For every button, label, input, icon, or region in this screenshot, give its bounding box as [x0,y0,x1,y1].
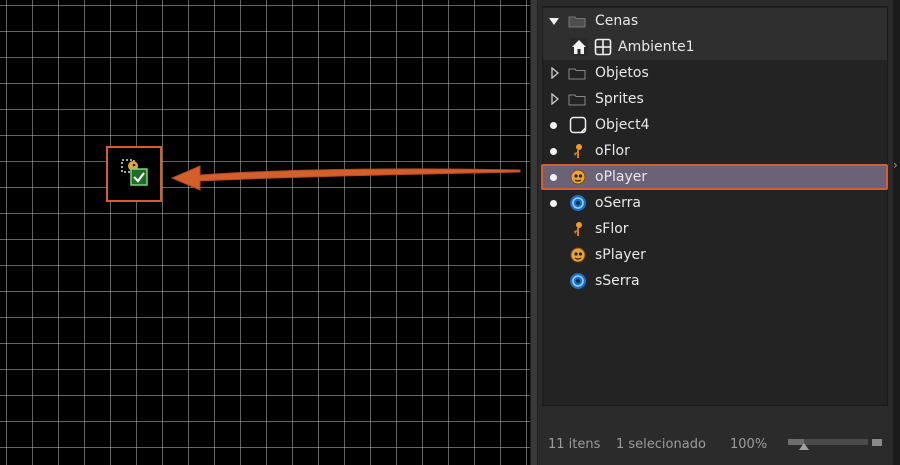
player-sprite-icon [570,169,586,185]
tree-item-label: oFlor [595,143,630,159]
status-bar: 11 itens 1 selecionado 100% [538,430,893,465]
panel-splitter[interactable] [530,0,538,465]
tree-item-sserra[interactable]: sSerra [543,268,887,294]
folder-icon [568,68,586,80]
flower-sprite-icon [574,144,582,158]
tree-item-label: Objetos [595,65,649,81]
tree-item-label: Sprites [595,91,644,107]
drop-accept-icon [130,168,148,186]
tree-item-label: sSerra [595,273,640,289]
tree-item-label: Cenas [595,13,639,29]
tree-item-label: sFlor [595,221,629,237]
tree-group-cenas[interactable]: Cenas [543,8,887,34]
bullet-icon [550,199,557,207]
collapsed-arrow-icon[interactable] [549,93,561,105]
collapsed-arrow-icon[interactable] [549,67,561,79]
empty-object-icon [569,116,587,134]
folder-icon [568,94,586,106]
collapse-chevron-icon[interactable]: › [893,158,898,172]
item-count: 11 itens [548,437,601,452]
room-canvas[interactable] [0,0,530,465]
tree-item-label: oPlayer [595,169,648,185]
expand-arrow-icon[interactable] [548,15,560,27]
zoom-max-button[interactable] [872,439,882,446]
asset-tree: Cenas Ambiente1 Objetos Sprites Object4 … [541,6,888,406]
tree-item-oplayer[interactable]: oPlayer [541,164,888,190]
saw-sprite-icon [570,273,586,289]
tree-item-label: oSerra [595,195,641,211]
home-icon [570,38,588,56]
tree-group-sprites[interactable]: Sprites [543,86,887,112]
player-sprite-icon [570,247,586,263]
zoom-level: 100% [730,437,768,452]
bullet-icon [550,173,557,181]
flower-sprite-icon [574,222,582,236]
bullet-icon [550,121,557,129]
room-icon [594,38,612,56]
selection-count: 1 selecionado [616,437,706,452]
tree-item-label: sPlayer [595,247,646,263]
tree-item-ambiente1[interactable]: Ambiente1 [543,34,887,60]
zoom-slider-knob[interactable] [799,443,809,450]
tree-item-oflor[interactable]: oFlor [543,138,887,164]
tree-item-sflor[interactable]: sFlor [543,216,887,242]
tree-group-objetos[interactable]: Objetos [543,60,887,86]
zoom-slider[interactable] [788,439,868,450]
saw-sprite-icon [570,195,586,211]
tree-item-oserra[interactable]: oSerra [543,190,887,216]
bullet-icon [550,147,557,155]
asset-browser-panel: Cenas Ambiente1 Objetos Sprites Object4 … [538,0,900,465]
tree-item-label: Ambiente1 [618,39,695,55]
tree-item-object4[interactable]: Object4 [543,112,887,138]
tree-item-label: Object4 [595,117,650,133]
folder-icon [568,16,586,28]
panel-edge [893,0,900,465]
tree-item-splayer[interactable]: sPlayer [543,242,887,268]
